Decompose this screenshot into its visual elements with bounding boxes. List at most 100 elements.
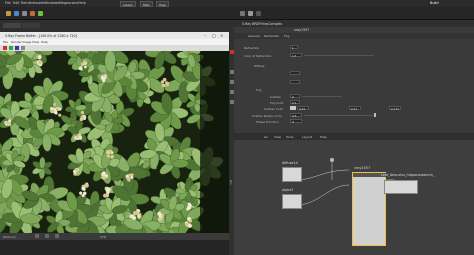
slider-track[interactable]	[304, 55, 374, 56]
render-channel-icon[interactable]	[3, 46, 7, 50]
framebuffer-title: V-Ray Frame Buffer - [100.0% of 1280 x 7…	[5, 33, 77, 38]
tab-refraction[interactable]: Refraction	[264, 34, 279, 38]
blossom-shape	[78, 66, 83, 71]
param-field[interactable]	[290, 80, 300, 84]
blossom-shape	[106, 154, 111, 158]
shelf-tool-icon[interactable]	[14, 11, 19, 16]
blossom-shape	[161, 83, 165, 87]
shelf-tool-icon[interactable]	[240, 11, 245, 16]
stat-icon[interactable]	[45, 234, 49, 238]
blossom-shape	[106, 187, 111, 191]
slider-track[interactable]	[302, 96, 342, 97]
blossom-shape	[187, 202, 191, 206]
blossom-shape	[157, 211, 162, 216]
shelf-tool-icon[interactable]	[256, 11, 261, 16]
param-field[interactable]: 0.91	[297, 106, 309, 111]
tab-general[interactable]: General	[248, 34, 260, 38]
param-field[interactable]: 0.5	[290, 113, 302, 118]
slider-knob[interactable]	[374, 113, 376, 117]
fb-menu-image[interactable]: Image	[22, 40, 31, 44]
network-menubar: Go View Tools Layout Help	[234, 133, 474, 140]
blossom-shape	[110, 155, 115, 159]
node-diffuse14[interactable]	[282, 167, 302, 182]
net-menu-go[interactable]: Go	[264, 135, 268, 139]
viewport-tab[interactable]	[3, 23, 21, 28]
param-field[interactable]: 0.1	[290, 100, 300, 105]
param-label: Scatter Radius (cm)	[252, 114, 282, 118]
tool-icon[interactable]	[229, 80, 234, 84]
blossom-shape	[8, 119, 12, 123]
node-label: Leaf_Aesculus_hippocastanum_	[381, 173, 435, 177]
node-label: diffuse14	[282, 161, 298, 165]
network-editor[interactable]: diffuse14 alpha7 vray1557 Leaf_Aesculus_…	[234, 140, 474, 255]
desktop-tab-solaris[interactable]: solaris	[120, 0, 136, 7]
desktop-tab-main[interactable]: Main	[140, 0, 154, 7]
framebuffer-titlebar[interactable]: V-Ray Frame Buffer - [100.0% of 1280 x 7…	[0, 32, 229, 39]
blossom-shape	[128, 173, 131, 177]
menu-edit[interactable]: Edit	[13, 1, 20, 5]
net-menu-view[interactable]: View	[274, 135, 281, 139]
render-icon[interactable]	[229, 50, 234, 54]
blossom-shape	[58, 113, 62, 117]
desktop-tab-help[interactable]: Help	[156, 0, 169, 7]
blossom-shape	[137, 209, 141, 213]
blossom-shape	[165, 82, 169, 87]
shelf-tool-icon[interactable]	[38, 11, 43, 16]
shelf-tool-icon[interactable]	[248, 11, 253, 16]
shelf-tool-icon[interactable]	[30, 11, 35, 16]
menu-render[interactable]: Render	[21, 1, 33, 5]
wire-dot-icon[interactable]	[330, 158, 334, 162]
shelf-tool-icon[interactable]	[6, 11, 11, 16]
menu-windows[interactable]: Windows	[44, 1, 59, 5]
render-channel-icon[interactable]	[21, 46, 25, 50]
param-field[interactable]: 0.175	[389, 106, 401, 111]
param-field[interactable]: 0.51	[349, 106, 361, 111]
fb-menu-help[interactable]: Help	[41, 40, 48, 44]
tool-icon[interactable]	[229, 100, 234, 104]
node-alpha7[interactable]	[282, 194, 302, 209]
slider-track[interactable]	[304, 115, 374, 116]
blossom-shape	[51, 109, 55, 113]
leaflet-shape	[104, 51, 116, 73]
minimize-icon[interactable]: –	[204, 33, 206, 38]
leaves-render-graphic	[0, 51, 229, 233]
node-leaf-material[interactable]	[384, 180, 418, 194]
coord-readout: 179	[100, 235, 106, 239]
net-menu-help[interactable]: Help	[320, 135, 327, 139]
tab-fog[interactable]: Fog	[284, 34, 289, 38]
param-field[interactable]: 0	[290, 94, 300, 99]
node-vray1557[interactable]	[352, 172, 386, 246]
net-menu-layout[interactable]: Layout	[302, 135, 312, 139]
viewport-tab[interactable]	[22, 23, 40, 28]
stat-icon[interactable]	[35, 234, 39, 238]
blossom-shape	[127, 178, 131, 182]
param-label: Scatter	[270, 95, 281, 99]
param-label: Fog	[256, 88, 262, 92]
menu-assets[interactable]: Assets	[33, 1, 44, 5]
menu-megascans[interactable]: Megascans	[59, 1, 78, 5]
render-channel-icon[interactable]	[9, 46, 13, 50]
color-swatch[interactable]	[290, 106, 296, 110]
param-field[interactable]: 1	[290, 45, 298, 50]
stat-icon[interactable]	[55, 234, 59, 238]
render-channel-icon[interactable]	[15, 46, 19, 50]
blossom-shape	[80, 110, 85, 115]
viewport-tabs-strip	[0, 20, 229, 32]
maximize-icon[interactable]: □	[212, 33, 216, 38]
param-field[interactable]: 1.5	[290, 53, 302, 58]
param-field[interactable]	[290, 71, 300, 75]
render-time: [5ms in]	[3, 235, 16, 239]
fb-menu-render[interactable]: Render	[11, 40, 22, 44]
menu-file[interactable]: File	[5, 1, 11, 5]
net-menu-tools[interactable]: Tools	[286, 135, 293, 139]
close-icon[interactable]: ×	[220, 33, 223, 38]
tool-icon[interactable]	[229, 90, 234, 94]
fb-menu-file[interactable]: File	[3, 40, 8, 44]
blossom-shape	[81, 194, 85, 198]
tool-icon[interactable]	[229, 70, 234, 74]
param-field[interactable]: 0	[290, 119, 302, 124]
fb-menu-view[interactable]: View	[32, 40, 39, 44]
menu-help[interactable]: Help	[78, 1, 86, 5]
node-name: vray1557	[294, 27, 310, 32]
shelf-tool-icon[interactable]	[22, 11, 27, 16]
